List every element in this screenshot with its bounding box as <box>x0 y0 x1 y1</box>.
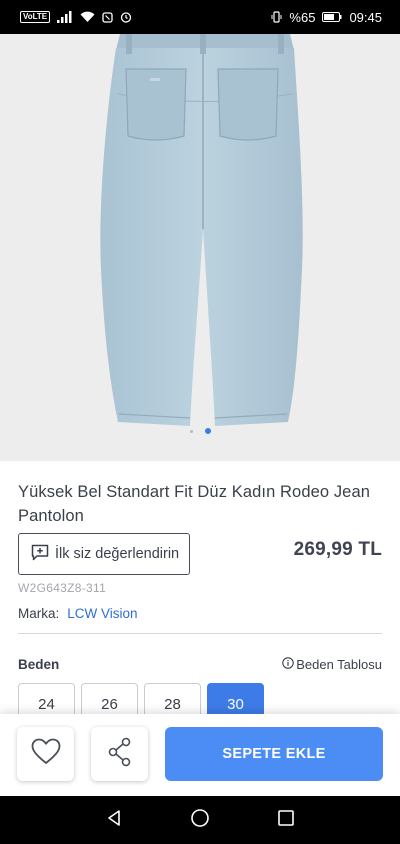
recents-icon[interactable] <box>277 809 295 832</box>
system-nav-bar <box>0 796 400 844</box>
carousel-indicator[interactable] <box>0 428 400 434</box>
alarm-icon <box>120 11 132 23</box>
signal-icon <box>57 11 73 23</box>
share-icon <box>107 737 133 772</box>
carousel-dot[interactable] <box>189 429 193 433</box>
battery-percent: %65 <box>289 9 316 25</box>
brand-link[interactable]: LCW Vision <box>67 606 137 621</box>
add-review-icon <box>31 544 49 565</box>
product-sku: W2G643Z8-311 <box>18 581 107 595</box>
action-bar: SEPETE EKLE <box>0 714 400 796</box>
wifi-icon <box>80 11 95 23</box>
favorite-button[interactable] <box>17 727 74 781</box>
volte-indicator: VoLTE <box>20 11 51 23</box>
vibrate-icon <box>271 11 282 23</box>
back-icon[interactable] <box>105 809 123 832</box>
share-button[interactable] <box>91 727 148 781</box>
status-bar: VoLTE %65 09:45 <box>0 0 400 34</box>
info-icon <box>282 657 294 672</box>
carousel-dot-active[interactable] <box>204 428 211 434</box>
divider <box>18 633 382 634</box>
size-table-label: Beden Tablosu <box>296 657 382 672</box>
product-title: Yüksek Bel Standart Fit Düz Kadın Rodeo … <box>18 483 371 525</box>
rate-product-label: İlk siz değerlendirin <box>55 546 180 562</box>
nfc-icon <box>102 11 113 23</box>
size-table-link[interactable]: Beden Tablosu <box>282 657 382 672</box>
battery-icon <box>322 12 342 22</box>
add-to-cart-button[interactable]: SEPETE EKLE <box>165 727 383 781</box>
home-icon[interactable] <box>190 808 210 833</box>
product-image-carousel[interactable] <box>0 34 400 461</box>
product-price: 269,99 TL <box>293 539 382 560</box>
rate-product-button[interactable]: İlk siz değerlendirin <box>18 533 190 575</box>
heart-icon <box>31 738 61 770</box>
brand-label: Marka: <box>18 606 60 621</box>
clock: 09:45 <box>349 9 382 25</box>
brand-row: Marka: LCW Vision <box>18 606 138 621</box>
size-section-label: Beden <box>18 657 60 672</box>
product-photo <box>100 34 303 426</box>
